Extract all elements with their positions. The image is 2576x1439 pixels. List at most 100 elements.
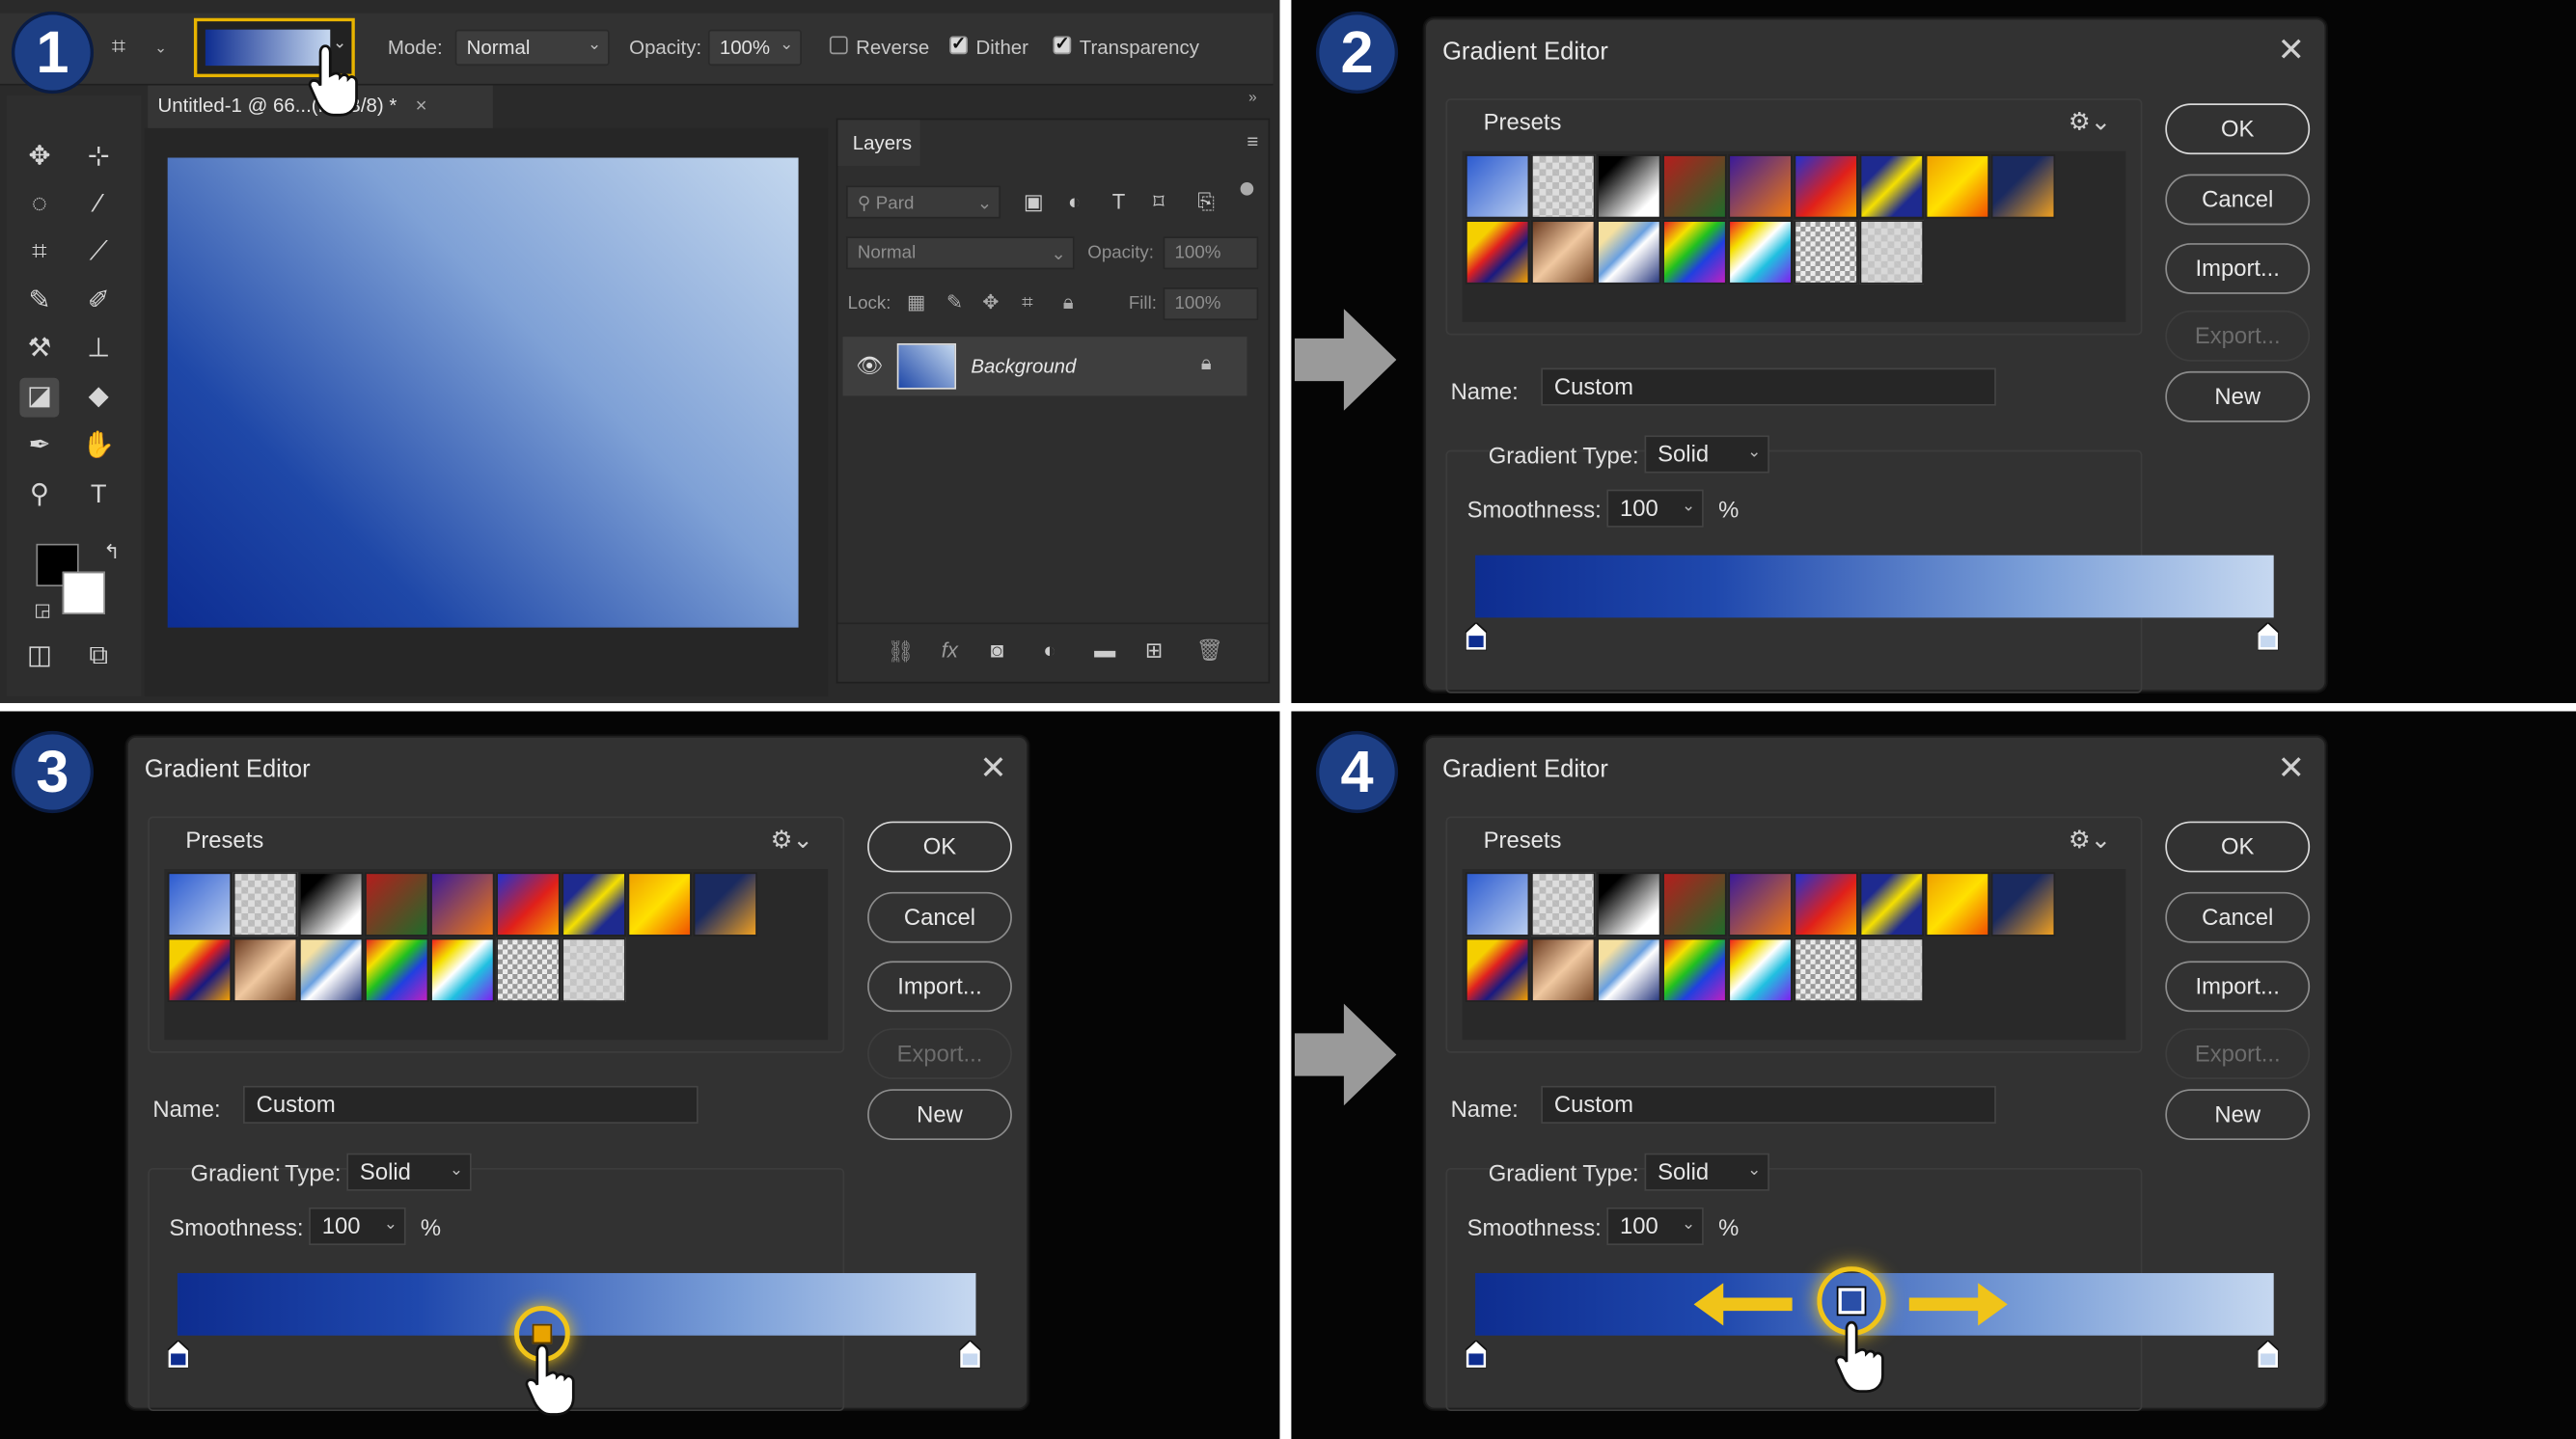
layer-opacity-field[interactable]: 100%: [1163, 236, 1259, 270]
lock-position-icon[interactable]: ✥: [982, 290, 999, 313]
preset-swatch[interactable]: [167, 937, 233, 1002]
default-colors-icon[interactable]: ◲: [23, 591, 63, 631]
gradient-canvas[interactable]: [167, 157, 799, 628]
preset-swatch[interactable]: [298, 872, 364, 937]
preset-swatch[interactable]: [1531, 154, 1596, 219]
preset-swatch[interactable]: [1465, 872, 1530, 937]
preset-swatch[interactable]: [496, 872, 561, 937]
color-stop-left[interactable]: [167, 1340, 189, 1369]
lasso-preset-icon[interactable]: ⌗: [112, 33, 125, 61]
preset-swatch[interactable]: [1794, 937, 1858, 1002]
dither-checkbox[interactable]: [949, 33, 968, 55]
layers-tab[interactable]: Layers: [837, 120, 920, 167]
gradient-type-select[interactable]: Solid ⌄: [346, 1153, 472, 1191]
gradient-bar[interactable]: [177, 1272, 976, 1336]
preset-swatch[interactable]: [1728, 872, 1793, 937]
preset-swatch[interactable]: [1794, 154, 1858, 219]
close-icon[interactable]: ✕: [2277, 747, 2305, 789]
color-stop-left[interactable]: [1465, 622, 1488, 651]
chevron-down-icon[interactable]: ⌄: [154, 40, 167, 58]
preset-swatch[interactable]: [298, 937, 364, 1002]
preset-swatch[interactable]: [1531, 220, 1596, 285]
new-button[interactable]: New: [2165, 1089, 2311, 1141]
gradient-bar[interactable]: [1475, 555, 2274, 618]
new-layer-icon[interactable]: ⊞: [1145, 638, 1164, 664]
preset-swatch[interactable]: [1925, 154, 1990, 219]
preset-swatch[interactable]: [1465, 937, 1530, 1002]
preset-swatch[interactable]: [167, 872, 233, 937]
smoothness-field[interactable]: 100 ⌄: [309, 1207, 406, 1246]
image-filter-icon[interactable]: ▣: [1024, 189, 1044, 215]
gradient-type-select[interactable]: Solid ⌄: [1644, 435, 1769, 474]
preset-swatch[interactable]: [430, 872, 495, 937]
healing-brush-tool-icon[interactable]: ✎: [19, 283, 59, 322]
new-group-icon[interactable]: ▬: [1094, 638, 1115, 663]
delete-layer-icon[interactable]: 🗑︎: [1196, 638, 1223, 664]
type-tool-icon[interactable]: T: [79, 476, 119, 516]
preset-swatch[interactable]: [365, 937, 429, 1002]
color-midpoint[interactable]: [1836, 1286, 1867, 1317]
lock-pixels-icon[interactable]: ✎: [946, 290, 963, 313]
preset-swatch[interactable]: [233, 937, 298, 1002]
paint-bucket-tool-icon[interactable]: ◆: [79, 378, 119, 418]
preset-swatch[interactable]: [430, 937, 495, 1002]
layer-row[interactable]: 👁︎ Background 🔒︎: [842, 337, 1247, 396]
preset-swatch[interactable]: [233, 872, 298, 937]
brush-tool-icon[interactable]: ✐: [79, 283, 119, 322]
gear-icon[interactable]: ⚙︎⌄: [2069, 107, 2111, 136]
adjustment-layer-icon[interactable]: ◐: [1043, 638, 1055, 663]
move-tool-icon[interactable]: ✥: [19, 138, 59, 177]
new-button[interactable]: New: [867, 1089, 1012, 1141]
export-button[interactable]: Export...: [2165, 310, 2311, 362]
color-stop-right[interactable]: [2257, 1340, 2279, 1369]
export-button[interactable]: Export...: [2165, 1028, 2311, 1080]
preset-swatch[interactable]: [1859, 154, 1924, 219]
preset-swatch[interactable]: [1990, 154, 2056, 219]
preset-swatch[interactable]: [693, 872, 757, 937]
close-icon[interactable]: ✕: [2277, 30, 2305, 71]
color-midpoint[interactable]: [532, 1323, 553, 1344]
opacity-field[interactable]: 100% ⌄: [707, 29, 802, 67]
import-button[interactable]: Import...: [2165, 243, 2311, 294]
preset-swatch[interactable]: [1597, 220, 1661, 285]
preset-swatch[interactable]: [1597, 872, 1661, 937]
cancel-button[interactable]: Cancel: [2165, 174, 2311, 226]
preset-swatch[interactable]: [562, 872, 626, 937]
quick-mask-icon[interactable]: ◫: [19, 638, 59, 677]
preset-swatch[interactable]: [1662, 872, 1727, 937]
swap-colors-icon[interactable]: ↰: [92, 532, 131, 572]
reverse-checkbox[interactable]: [829, 36, 848, 55]
preset-swatch[interactable]: [1794, 220, 1858, 285]
preset-swatch[interactable]: [1662, 937, 1727, 1002]
lock-transparent-icon[interactable]: ▦: [907, 290, 925, 313]
visibility-eye-icon[interactable]: 👁︎: [856, 353, 883, 379]
collapse-icon[interactable]: »: [1248, 89, 1257, 105]
cancel-button[interactable]: Cancel: [867, 891, 1012, 943]
preset-swatch[interactable]: [1859, 872, 1924, 937]
preset-swatch[interactable]: [1990, 872, 2056, 937]
gear-icon[interactable]: ⚙︎⌄: [771, 825, 813, 855]
lock-artboard-icon[interactable]: ⌗: [1022, 290, 1033, 315]
fill-field[interactable]: 100%: [1163, 287, 1259, 321]
preset-swatch[interactable]: [1662, 220, 1727, 285]
preset-swatch[interactable]: [562, 937, 626, 1002]
smoothness-field[interactable]: 100 ⌄: [1606, 1207, 1704, 1246]
magic-wand-tool-icon[interactable]: ⁄: [79, 185, 119, 225]
gradient-tool-icon[interactable]: ◪: [19, 377, 60, 418]
color-stop-right[interactable]: [959, 1340, 981, 1369]
preset-swatch[interactable]: [496, 937, 561, 1002]
lasso-tool-icon[interactable]: ◌: [19, 185, 59, 225]
preset-swatch[interactable]: [1728, 937, 1793, 1002]
name-field[interactable]: Custom: [243, 1085, 699, 1124]
preset-swatch[interactable]: [1465, 154, 1530, 219]
color-stop-left[interactable]: [1465, 1340, 1488, 1369]
name-field[interactable]: Custom: [1541, 367, 1996, 406]
preset-swatch[interactable]: [1597, 154, 1661, 219]
ok-button[interactable]: OK: [867, 821, 1012, 873]
export-button[interactable]: Export...: [867, 1028, 1012, 1080]
import-button[interactable]: Import...: [2165, 961, 2311, 1013]
screen-mode-icon[interactable]: ⧉: [79, 638, 119, 677]
gradient-type-select[interactable]: Solid ⌄: [1644, 1153, 1769, 1191]
preset-swatch[interactable]: [1531, 872, 1596, 937]
blend-mode-select[interactable]: Normal ⌄: [845, 236, 1075, 270]
